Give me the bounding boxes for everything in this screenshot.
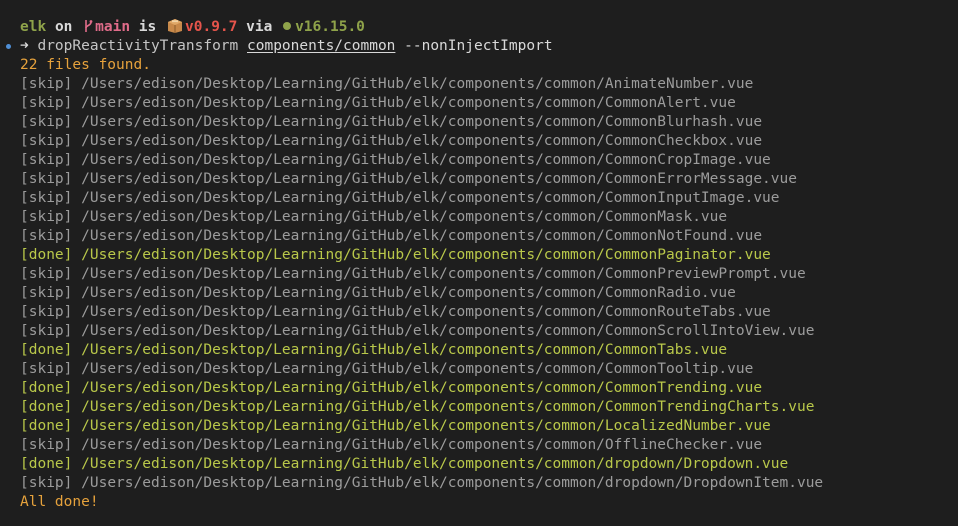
result-path: /Users/edison/Desktop/Learning/GitHub/el… [81, 456, 789, 472]
result-line: [skip] /Users/edison/Desktop/Learning/Gi… [0, 189, 958, 208]
result-status: [skip] [20, 323, 73, 339]
result-line: [skip] /Users/edison/Desktop/Learning/Gi… [0, 113, 958, 132]
result-line: [skip] /Users/edison/Desktop/Learning/Gi… [0, 436, 958, 455]
result-line: [skip] /Users/edison/Desktop/Learning/Gi… [0, 132, 958, 151]
result-status: [skip] [20, 114, 73, 130]
result-line: [skip] /Users/edison/Desktop/Learning/Gi… [0, 322, 958, 341]
result-line: [skip] /Users/edison/Desktop/Learning/Gi… [0, 227, 958, 246]
prompt-on-text: on [54, 19, 73, 35]
result-line: [skip] /Users/edison/Desktop/Learning/Gi… [0, 170, 958, 189]
result-status: [done] [20, 456, 73, 472]
node-dot-icon [283, 22, 292, 30]
result-path: /Users/edison/Desktop/Learning/GitHub/el… [81, 152, 771, 168]
prompt-is-text: is [138, 19, 157, 35]
command-name: dropReactivityTransform [37, 38, 239, 54]
result-status: [done] [20, 399, 73, 415]
result-path: /Users/edison/Desktop/Learning/GitHub/el… [81, 76, 754, 92]
result-status: [skip] [20, 190, 73, 206]
terminal-output: elk on main is v0.9.7 via v16.15.0 ➜ dro… [0, 18, 958, 512]
result-path: /Users/edison/Desktop/Learning/GitHub/el… [81, 361, 754, 377]
result-line: [skip] /Users/edison/Desktop/Learning/Gi… [0, 94, 958, 113]
git-branch-icon [81, 19, 95, 35]
result-line: [skip] /Users/edison/Desktop/Learning/Gi… [0, 360, 958, 379]
result-status: [skip] [20, 76, 73, 92]
result-line: [skip] /Users/edison/Desktop/Learning/Gi… [0, 303, 958, 322]
result-path: /Users/edison/Desktop/Learning/GitHub/el… [81, 418, 771, 434]
result-path: /Users/edison/Desktop/Learning/GitHub/el… [81, 437, 763, 453]
result-status: [skip] [20, 361, 73, 377]
result-status: [skip] [20, 228, 73, 244]
prompt-branch: main [95, 19, 131, 35]
result-path: /Users/edison/Desktop/Learning/GitHub/el… [81, 342, 728, 358]
prompt-node-version: v16.15.0 [295, 19, 365, 35]
command-argument: components/common [247, 38, 396, 54]
prompt-marker-icon [6, 44, 11, 49]
result-status: [done] [20, 342, 73, 358]
result-line: [done] /Users/edison/Desktop/Learning/Gi… [0, 417, 958, 436]
result-path: /Users/edison/Desktop/Learning/GitHub/el… [81, 247, 771, 263]
all-done-message: All done! [20, 494, 99, 510]
prompt-via-text: via [246, 19, 273, 35]
package-icon [165, 19, 185, 35]
result-path: /Users/edison/Desktop/Learning/GitHub/el… [81, 95, 736, 111]
result-line: [skip] /Users/edison/Desktop/Learning/Gi… [0, 151, 958, 170]
result-status: [skip] [20, 266, 73, 282]
result-status: [skip] [20, 285, 73, 301]
result-line: [done] /Users/edison/Desktop/Learning/Gi… [0, 398, 958, 417]
result-line: [done] /Users/edison/Desktop/Learning/Gi… [0, 246, 958, 265]
result-status: [skip] [20, 304, 73, 320]
prompt-directory: elk [20, 19, 47, 35]
result-line: [skip] /Users/edison/Desktop/Learning/Gi… [0, 474, 958, 493]
shell-prompt: elk on main is v0.9.7 via v16.15.0 [0, 18, 958, 37]
result-status: [skip] [20, 152, 73, 168]
result-status: [done] [20, 380, 73, 396]
result-path: /Users/edison/Desktop/Learning/GitHub/el… [81, 133, 763, 149]
prompt-package-version: v0.9.7 [185, 19, 238, 35]
result-line: [skip] /Users/edison/Desktop/Learning/Gi… [0, 208, 958, 227]
result-line: [skip] /Users/edison/Desktop/Learning/Gi… [0, 284, 958, 303]
results-list: [skip] /Users/edison/Desktop/Learning/Gi… [0, 75, 958, 493]
result-path: /Users/edison/Desktop/Learning/GitHub/el… [81, 323, 815, 339]
result-line: [done] /Users/edison/Desktop/Learning/Gi… [0, 455, 958, 474]
command-flag: --nonInjectImport [404, 38, 553, 54]
result-status: [skip] [20, 171, 73, 187]
result-path: /Users/edison/Desktop/Learning/GitHub/el… [81, 475, 824, 491]
result-path: /Users/edison/Desktop/Learning/GitHub/el… [81, 285, 736, 301]
result-status: [skip] [20, 437, 73, 453]
files-found-summary: 22 files found. [20, 57, 151, 73]
result-line: [skip] /Users/edison/Desktop/Learning/Gi… [0, 75, 958, 94]
result-path: /Users/edison/Desktop/Learning/GitHub/el… [81, 266, 806, 282]
result-line: [done] /Users/edison/Desktop/Learning/Gi… [0, 341, 958, 360]
result-path: /Users/edison/Desktop/Learning/GitHub/el… [81, 304, 771, 320]
result-path: /Users/edison/Desktop/Learning/GitHub/el… [81, 190, 780, 206]
prompt-arrow: ➜ [20, 38, 29, 54]
result-status: [skip] [20, 133, 73, 149]
result-line: [skip] /Users/edison/Desktop/Learning/Gi… [0, 265, 958, 284]
result-status: [skip] [20, 475, 73, 491]
result-status: [skip] [20, 95, 73, 111]
result-path: /Users/edison/Desktop/Learning/GitHub/el… [81, 171, 797, 187]
result-status: [done] [20, 418, 73, 434]
result-line: [done] /Users/edison/Desktop/Learning/Gi… [0, 379, 958, 398]
result-path: /Users/edison/Desktop/Learning/GitHub/el… [81, 209, 728, 225]
result-status: [done] [20, 247, 73, 263]
result-path: /Users/edison/Desktop/Learning/GitHub/el… [81, 228, 763, 244]
command-line: ➜ dropReactivityTransform components/com… [0, 37, 958, 56]
result-path: /Users/edison/Desktop/Learning/GitHub/el… [81, 380, 763, 396]
result-status: [skip] [20, 209, 73, 225]
result-path: /Users/edison/Desktop/Learning/GitHub/el… [81, 399, 815, 415]
result-path: /Users/edison/Desktop/Learning/GitHub/el… [81, 114, 763, 130]
